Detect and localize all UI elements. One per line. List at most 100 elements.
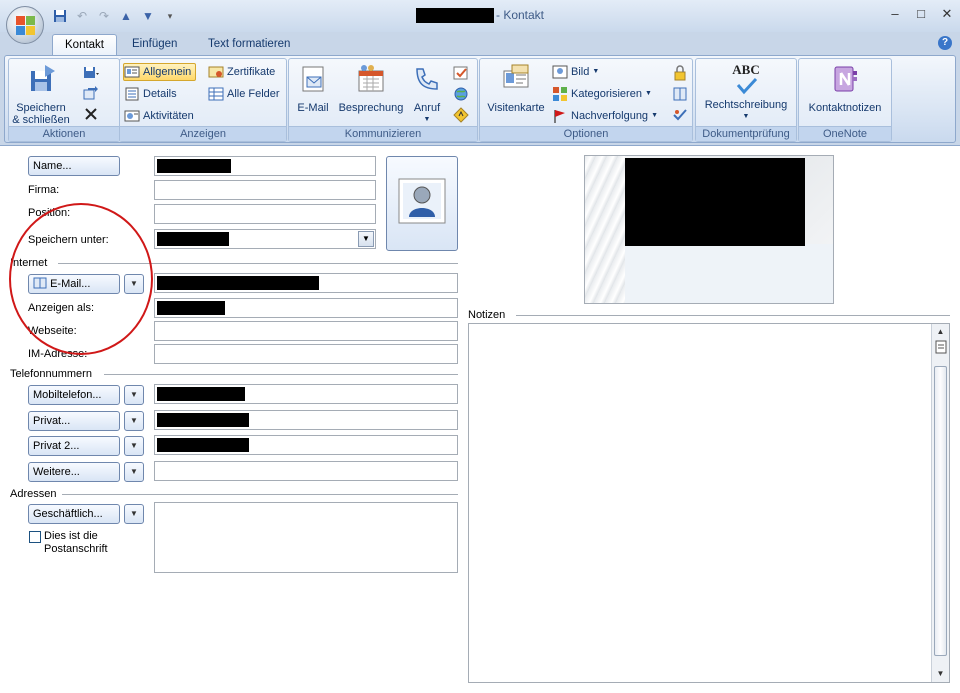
contact-form: Name... Firma: Position: Speichern unter…: [0, 145, 960, 693]
scroll-down-icon[interactable]: ▼: [932, 666, 949, 682]
besprechung-button[interactable]: Besprechung: [335, 63, 407, 114]
mobiltelefon-input[interactable]: [154, 384, 458, 404]
firma-input[interactable]: [154, 180, 376, 200]
privat2-dropdown[interactable]: ▼: [124, 436, 144, 456]
group-optionen: Visitenkarte Bild ▼ Kategorisieren ▼ Nachv…: [479, 58, 693, 142]
nachverfolgung-button[interactable]: Nachverfolgung ▼: [552, 107, 658, 125]
redacted-privat: [157, 413, 249, 427]
flag-icon: [554, 110, 565, 123]
address-textarea[interactable]: [154, 502, 458, 573]
kategorisieren-label: Kategorisieren: [571, 88, 642, 100]
visitenkarte-button[interactable]: Visitenkarte: [484, 63, 548, 114]
privat-input[interactable]: [154, 410, 458, 430]
privat-dropdown[interactable]: ▼: [124, 411, 144, 431]
save-close-button[interactable]: Speichern & schließen: [11, 63, 71, 126]
email-button-label: E-Mail...: [50, 278, 91, 290]
forward-options-icon[interactable]: [83, 86, 99, 102]
office-button[interactable]: [6, 6, 44, 44]
business-card-preview[interactable]: [584, 155, 834, 304]
name-input[interactable]: [154, 156, 376, 176]
privat2-input[interactable]: [154, 435, 458, 455]
email-type-dropdown[interactable]: ▼: [124, 274, 144, 294]
besprechung-icon: [358, 65, 384, 92]
group-label-optionen: Optionen: [480, 126, 692, 141]
spelling-icon: ABC: [730, 63, 762, 95]
notizen-label: Notizen: [468, 309, 506, 321]
weitere-dropdown[interactable]: ▼: [124, 462, 144, 482]
mobiltelefon-dropdown[interactable]: ▼: [124, 385, 144, 405]
notes-scrollbar[interactable]: ▲ ▼: [931, 324, 949, 682]
geschaeftlich-button[interactable]: Geschäftlich...: [28, 504, 120, 524]
speichern-unter-combo[interactable]: ▼: [154, 229, 376, 249]
web-page-icon[interactable]: [453, 86, 469, 102]
close-button[interactable]: ✕: [940, 6, 954, 22]
speichern-unter-dropdown-icon[interactable]: ▼: [358, 231, 374, 247]
maximize-button[interactable]: □: [914, 6, 928, 22]
alle-felder-icon: [208, 87, 224, 101]
alle-felder-button[interactable]: Alle Felder: [208, 85, 280, 103]
nachverfolgung-label: Nachverfolgung: [571, 110, 649, 122]
weitere-input[interactable]: [154, 461, 458, 481]
privat2-button[interactable]: Privat 2...: [28, 436, 120, 456]
spelling-icon-text: ABC: [732, 62, 760, 77]
alle-felder-label: Alle Felder: [227, 88, 280, 100]
minimize-button[interactable]: ‒: [888, 6, 902, 22]
redacted-display-as: [157, 301, 225, 315]
contact-picture-button[interactable]: [386, 156, 458, 251]
weitere-button[interactable]: Weitere...: [28, 462, 120, 482]
save-options-icon[interactable]: [83, 65, 99, 81]
kategorisieren-icon: [553, 87, 567, 101]
anzeigen-als-input[interactable]: [154, 298, 458, 318]
meeting-request-icon[interactable]: [453, 65, 469, 81]
geschaeftlich-dropdown[interactable]: ▼: [124, 504, 144, 524]
group-label-anzeigen: Anzeigen: [120, 126, 286, 141]
kategorisieren-button[interactable]: Kategorisieren ▼: [552, 85, 652, 103]
besprechung-label: Besprechung: [338, 102, 404, 114]
group-label-kommunizieren: Kommunizieren: [289, 126, 477, 141]
scroll-thumb[interactable]: [934, 366, 947, 656]
zertifikate-button[interactable]: Zertifikate: [208, 63, 275, 81]
aktivitaeten-icon: [124, 110, 140, 122]
office-logo-icon: [16, 16, 36, 36]
save-close-label-2: & schließen: [12, 114, 70, 126]
adressen-section-title: Adressen: [10, 488, 57, 500]
tab-text-formatieren[interactable]: Text formatieren: [196, 34, 302, 56]
webseite-input[interactable]: [154, 321, 458, 341]
redacted-email: [157, 276, 319, 290]
kontaktnotizen-label: Kontaktnotizen: [808, 102, 882, 114]
anruf-button[interactable]: Anruf ▼: [411, 63, 443, 126]
position-input[interactable]: [154, 204, 376, 224]
details-button[interactable]: Details: [124, 85, 177, 103]
lock-icon[interactable]: [672, 65, 688, 81]
window-title: - Kontakt: [0, 8, 960, 24]
scroll-up-icon[interactable]: ▲: [932, 324, 949, 340]
ribbon-tabs: Kontakt Einfügen Text formatieren ?: [0, 32, 960, 56]
email-button[interactable]: E-Mail...: [28, 274, 120, 294]
help-icon[interactable]: ?: [938, 36, 952, 50]
delete-icon[interactable]: [83, 106, 99, 122]
address-book-icon[interactable]: [672, 86, 688, 102]
email-ribbon-label: E-Mail: [297, 102, 329, 114]
notes-textarea[interactable]: ▲ ▼: [468, 323, 950, 683]
kontaktnotizen-button[interactable]: Kontaktnotizen: [801, 63, 889, 114]
email-ribbon-button[interactable]: E-Mail: [293, 63, 333, 114]
map-icon[interactable]: [453, 107, 469, 123]
mobiltelefon-button[interactable]: Mobiltelefon...: [28, 385, 120, 405]
im-adresse-input[interactable]: [154, 344, 458, 364]
privat-button[interactable]: Privat...: [28, 411, 120, 431]
group-label-aktionen: Aktionen: [9, 126, 119, 141]
aktivitaeten-button[interactable]: Aktivitäten: [124, 107, 194, 125]
check-names-icon[interactable]: [672, 107, 688, 123]
tab-einfuegen[interactable]: Einfügen: [120, 34, 189, 56]
tab-kontakt[interactable]: Kontakt: [52, 34, 117, 56]
allgemein-button[interactable]: Allgemein: [123, 63, 197, 81]
save-close-label-1: Speichern: [16, 102, 66, 114]
page-icon[interactable]: [934, 340, 948, 354]
bild-button[interactable]: Bild ▼: [552, 63, 599, 81]
name-button[interactable]: Name...: [28, 156, 120, 176]
postanschrift-checkbox[interactable]: [29, 531, 41, 543]
rechtschreibung-button[interactable]: ABC Rechtschreibung ▼: [698, 63, 794, 123]
email-input[interactable]: [154, 273, 458, 293]
group-label-dokumentpruefung: Dokumentprüfung: [696, 126, 796, 141]
rechtschreibung-dropdown-arrow: ▼: [742, 113, 750, 120]
